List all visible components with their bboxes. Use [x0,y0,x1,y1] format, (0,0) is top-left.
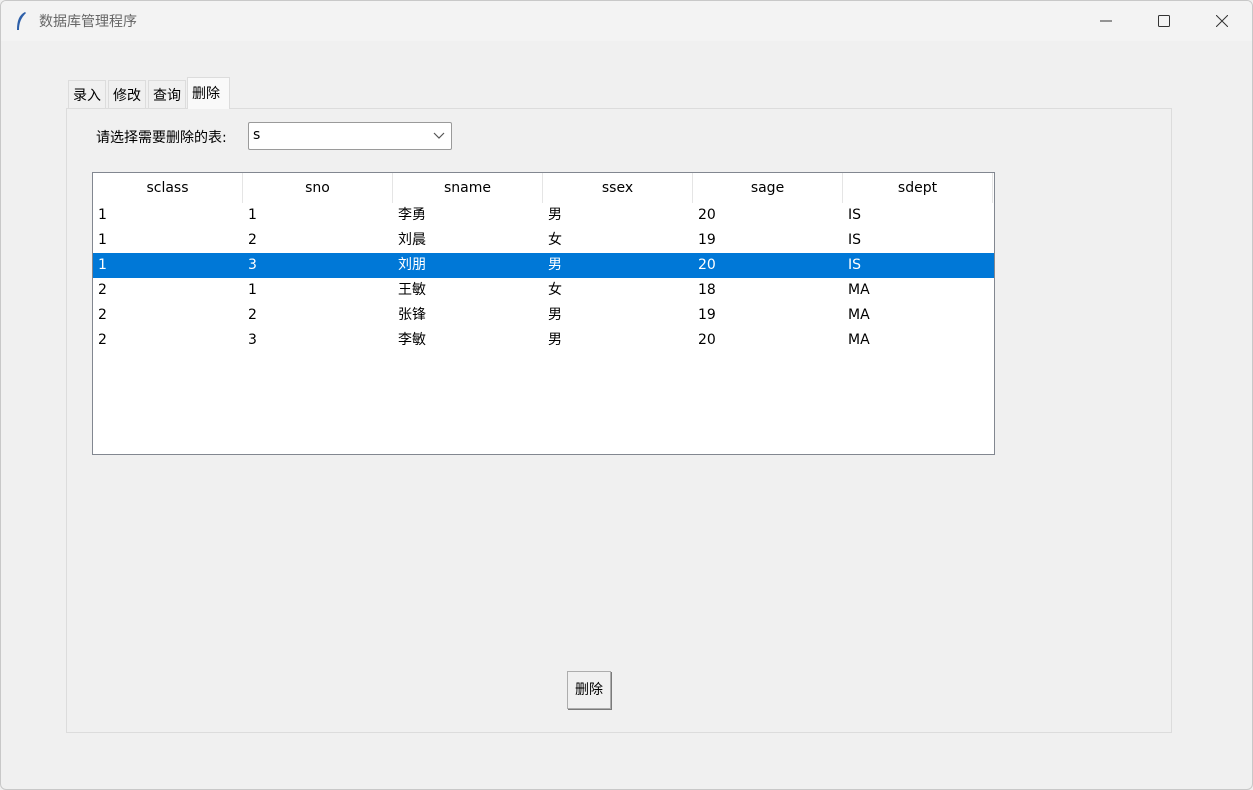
cell-ssex: 男 [548,307,562,323]
cell-sclass: 2 [98,332,107,348]
cell-ssex: 男 [548,257,562,273]
cell-sno: 3 [248,257,257,273]
cell-sdept: MA [848,307,870,323]
cell-sno: 2 [248,232,257,248]
cell-sage: 19 [698,232,716,248]
tab-delete[interactable]: 删除 [187,77,230,109]
table-select-label: 请选择需要删除的表: [96,130,227,146]
cell-sdept: IS [848,257,862,273]
cell-sname: 刘朋 [398,257,426,273]
tab-modify[interactable]: 修改 [108,80,146,108]
table-row[interactable]: 2 3 李敏 男 20 MA [93,328,994,353]
cell-sage: 18 [698,282,716,298]
cell-ssex: 女 [548,282,562,298]
cell-sname: 王敏 [398,282,426,298]
column-header-ssex[interactable]: ssex [543,173,693,203]
close-button[interactable] [1193,1,1251,41]
cell-sclass: 1 [98,257,107,273]
table-row[interactable]: 1 1 李勇 男 20 IS [93,203,994,228]
table-body: 1 1 李勇男 20 IS 1 2 刘晨女 19 IS 1 3 刘朋男 20 IS 2 1 王敏女 18 MA 2 2 张锋… [93,203,994,353]
cell-sclass: 2 [98,307,107,323]
cell-sdept: MA [848,332,870,348]
feather-icon [17,12,26,30]
cell-sname: 刘晨 [398,232,426,248]
cell-sname: 李勇 [398,207,426,223]
minimize-button[interactable] [1077,1,1135,41]
table-row[interactable]: 2 2 张锋 男 19 MA [93,303,994,328]
column-header-sno[interactable]: sno [243,173,393,203]
cell-sno: 3 [248,332,257,348]
title-bar: 数据库管理程序 [1,1,1252,41]
cell-sno: 1 [248,207,257,223]
window-title: 数据库管理程序 [39,14,137,30]
app-window: 数据库管理程序 录入 修改 查询 删除 请选择需要删除的表: s sclass s… [0,0,1253,790]
chevron-down-icon[interactable] [433,129,445,141]
cell-sclass: 2 [98,282,107,298]
cell-sage: 20 [698,207,716,223]
cell-ssex: 男 [548,332,562,348]
cell-ssex: 女 [548,232,562,248]
cell-sno: 1 [248,282,257,298]
cell-sdept: MA [848,282,870,298]
cell-sage: 20 [698,257,716,273]
cell-sname: 张锋 [398,307,426,323]
cell-sage: 20 [698,332,716,348]
column-header-sdept[interactable]: sdept [843,173,993,203]
table-row[interactable]: 1 3 刘朋 男 20 IS [93,253,994,278]
cell-sname: 李敏 [398,332,426,348]
cell-sdept: IS [848,232,862,248]
maximize-button[interactable] [1135,1,1193,41]
cell-ssex: 男 [548,207,562,223]
delete-button[interactable]: 删除 [567,671,611,709]
table-row[interactable]: 2 1 王敏 女 18 MA [93,278,994,303]
cell-sno: 2 [248,307,257,323]
cell-sdept: IS [848,207,862,223]
records-table[interactable]: sclass sno sname ssex sage sdept 1 1 李勇男 20 IS 1 2 刘… [92,172,995,455]
table-header: sclass sno sname ssex sage sdept [93,173,994,203]
table-select[interactable]: s [248,122,452,150]
tab-query[interactable]: 查询 [148,80,186,108]
tab-insert[interactable]: 录入 [68,80,106,108]
cell-sage: 19 [698,307,716,323]
table-select-value: s [253,127,261,143]
column-header-sname[interactable]: sname [393,173,543,203]
cell-sclass: 1 [98,207,107,223]
table-row[interactable]: 1 2 刘晨 女 19 IS [93,228,994,253]
column-header-sclass[interactable]: sclass [93,173,243,203]
column-header-sage[interactable]: sage [693,173,843,203]
cell-sclass: 1 [98,232,107,248]
